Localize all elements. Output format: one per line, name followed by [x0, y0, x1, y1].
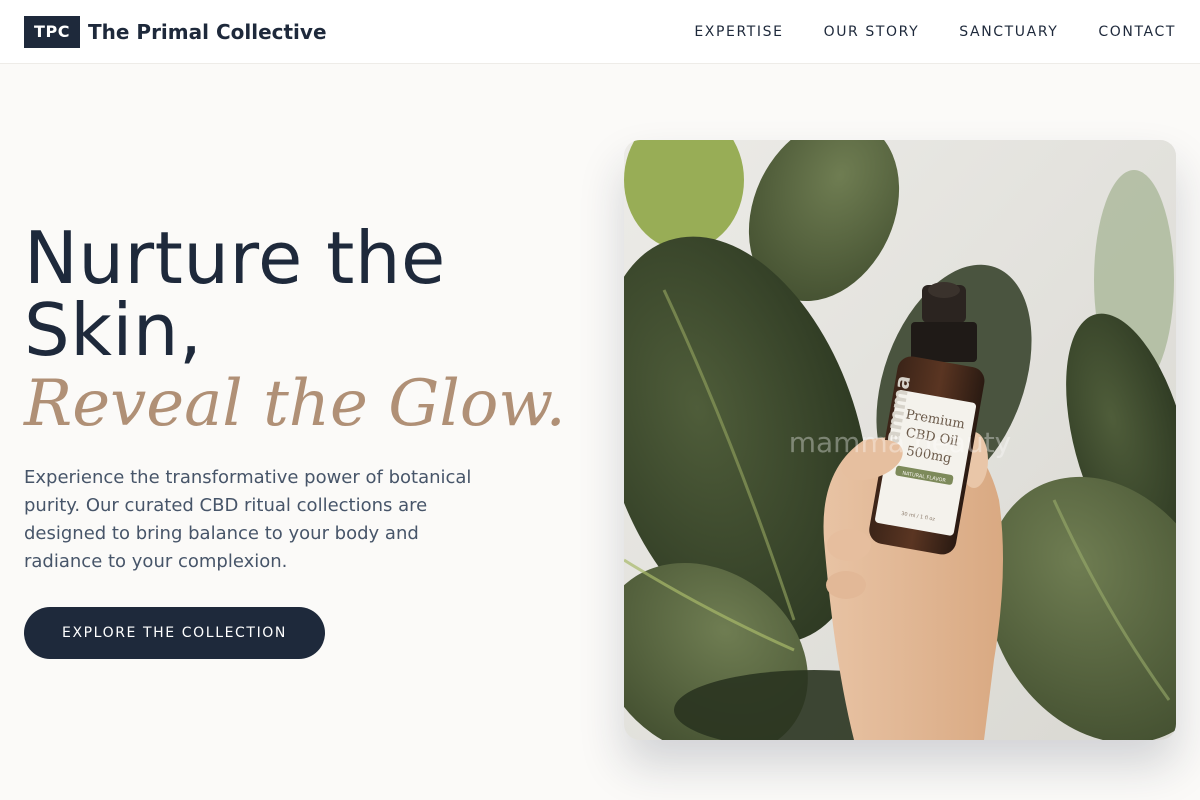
- dropper-cap: [911, 322, 977, 362]
- nav-link-expertise[interactable]: EXPERTISE: [694, 24, 783, 40]
- logo-badge[interactable]: TPC: [24, 15, 80, 48]
- explore-collection-button[interactable]: EXPLORE THE COLLECTION: [24, 607, 325, 659]
- finger: [827, 529, 871, 561]
- product-photo: Premium CBD Oil 500mg NATURAL FLAVOR mam…: [624, 140, 1176, 740]
- watermark: mamma beauty: [789, 426, 1012, 459]
- brand-name[interactable]: The Primal Collective: [88, 20, 327, 44]
- brand[interactable]: TPC The Primal Collective: [24, 15, 327, 48]
- nav-link-sanctuary[interactable]: SANCTUARY: [959, 24, 1058, 40]
- finger: [826, 571, 866, 599]
- hero-title: Nurture the Skin,: [24, 222, 584, 366]
- site-header: TPC The Primal Collective EXPERTISE OUR …: [0, 0, 1200, 64]
- hero-description: Experience the transformative power of b…: [24, 467, 472, 572]
- main-nav: EXPERTISE OUR STORY SANCTUARY CONTACT: [694, 24, 1176, 40]
- nav-link-contact[interactable]: CONTACT: [1098, 24, 1176, 40]
- nav-link-our-story[interactable]: OUR STORY: [824, 24, 920, 40]
- hero-accent-title: Reveal the Glow.: [24, 367, 566, 441]
- hero-title-line2: Skin,: [24, 288, 203, 372]
- hero-product-image: Premium CBD Oil 500mg NATURAL FLAVOR mam…: [624, 140, 1176, 740]
